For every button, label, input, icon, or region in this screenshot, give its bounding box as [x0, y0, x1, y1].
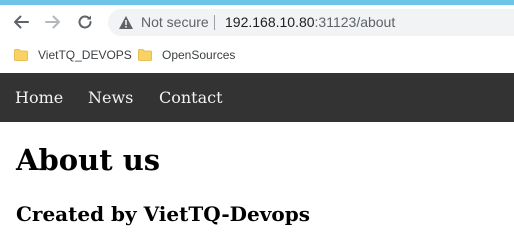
folder-icon: [138, 48, 152, 61]
nav-link-contact[interactable]: Contact: [159, 73, 223, 122]
url-port-path: :31123/about: [314, 14, 396, 30]
bookmark-opensources[interactable]: OpenSources: [138, 46, 235, 63]
address-bar-divider: [214, 15, 215, 30]
nav-link-home[interactable]: Home: [15, 73, 63, 122]
address-bar[interactable]: Not secure 192.168.10.80:31123/about: [108, 9, 514, 36]
bookmark-label: OpenSources: [162, 47, 236, 62]
folder-icon: [14, 48, 28, 61]
site-nav-bar: Home News Contact: [0, 73, 514, 122]
page-title: About us: [16, 143, 161, 177]
forward-arrow-icon: [45, 15, 60, 29]
browser-toolbar: Not secure 192.168.10.80:31123/about: [0, 5, 514, 40]
forward-button[interactable]: [42, 11, 64, 33]
security-status[interactable]: Not secure: [141, 14, 209, 31]
reload-button[interactable]: [74, 11, 96, 33]
reload-icon: [78, 15, 92, 29]
nav-link-news[interactable]: News: [88, 73, 133, 122]
warning-icon[interactable]: [118, 15, 134, 30]
back-arrow-icon: [14, 15, 29, 29]
url-text[interactable]: 192.168.10.80:31123/about: [225, 14, 395, 31]
bookmarks-bar: VietTQ_DEVOPS OpenSources: [0, 40, 514, 70]
page-subtitle: Created by VietTQ-Devops: [16, 202, 310, 226]
url-host: 192.168.10.80: [225, 14, 315, 30]
bookmark-label: VietTQ_DEVOPS: [38, 47, 132, 62]
back-button[interactable]: [10, 11, 32, 33]
bookmark-viettq-devops[interactable]: VietTQ_DEVOPS: [14, 46, 132, 63]
